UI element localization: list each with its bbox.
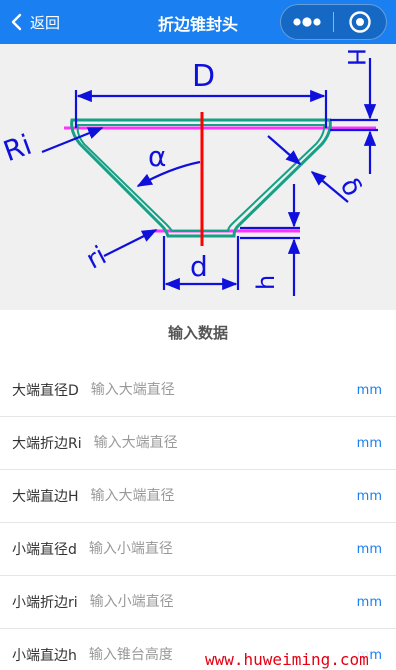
section-title: 输入数据	[167, 324, 228, 342]
unit-label: mm	[356, 382, 382, 398]
label-alpha: α	[148, 140, 166, 173]
form-row-large-straight: 大端直边H mm	[0, 470, 396, 523]
small-knuckle-input[interactable]	[89, 587, 290, 617]
label-d: d	[190, 250, 208, 283]
more-dots-icon	[293, 17, 321, 27]
back-label: 返回	[30, 13, 61, 32]
large-knuckle-input[interactable]	[93, 428, 294, 458]
large-diameter-input[interactable]	[90, 375, 291, 405]
nav-bar: 返回 折边锥封头	[0, 0, 396, 44]
chevron-left-icon	[11, 13, 22, 31]
field-label: 小端直边h	[12, 648, 77, 664]
close-button[interactable]	[334, 5, 386, 39]
input-form: 大端直径D mm 大端折边Ri mm 大端直边H mm 小端直径d mm 小端折…	[0, 364, 396, 670]
label-delta: δ	[334, 173, 368, 202]
form-row-large-knuckle: 大端折边Ri mm	[0, 417, 396, 470]
unit-label: mm	[356, 594, 382, 610]
form-row-small-knuckle: 小端折边ri mm	[0, 576, 396, 629]
field-label: 小端折边ri	[12, 595, 78, 611]
label-H: H	[342, 48, 370, 66]
small-diameter-input[interactable]	[88, 534, 289, 564]
form-row-large-diameter: 大端直径D mm	[0, 364, 396, 417]
back-button[interactable]: 返回	[8, 10, 60, 34]
label-ri: ri	[82, 241, 112, 276]
form-row-small-diameter: 小端直径d mm	[0, 523, 396, 576]
unit-label: mm	[356, 435, 382, 451]
field-label: 大端折边Ri	[12, 436, 82, 452]
field-label: 大端直边H	[12, 489, 79, 505]
target-circle-icon	[349, 11, 371, 33]
label-D: D	[192, 59, 215, 94]
large-straight-input[interactable]	[90, 481, 291, 511]
label-h: h	[252, 275, 280, 290]
unit-label: mm	[356, 541, 382, 557]
field-label: 小端直径d	[12, 542, 77, 558]
watermark: www.huweiming.com	[205, 650, 369, 670]
cone-head-diagram: D H Ri α δ ri d h	[0, 44, 396, 310]
more-button[interactable]	[281, 5, 333, 39]
mini-program-capsule	[280, 4, 387, 40]
label-Ri: Ri	[0, 128, 36, 168]
cone-head-drawing: D H Ri α δ ri d h	[0, 48, 378, 296]
unit-label: mm	[356, 488, 382, 504]
field-label: 大端直径D	[12, 383, 79, 399]
